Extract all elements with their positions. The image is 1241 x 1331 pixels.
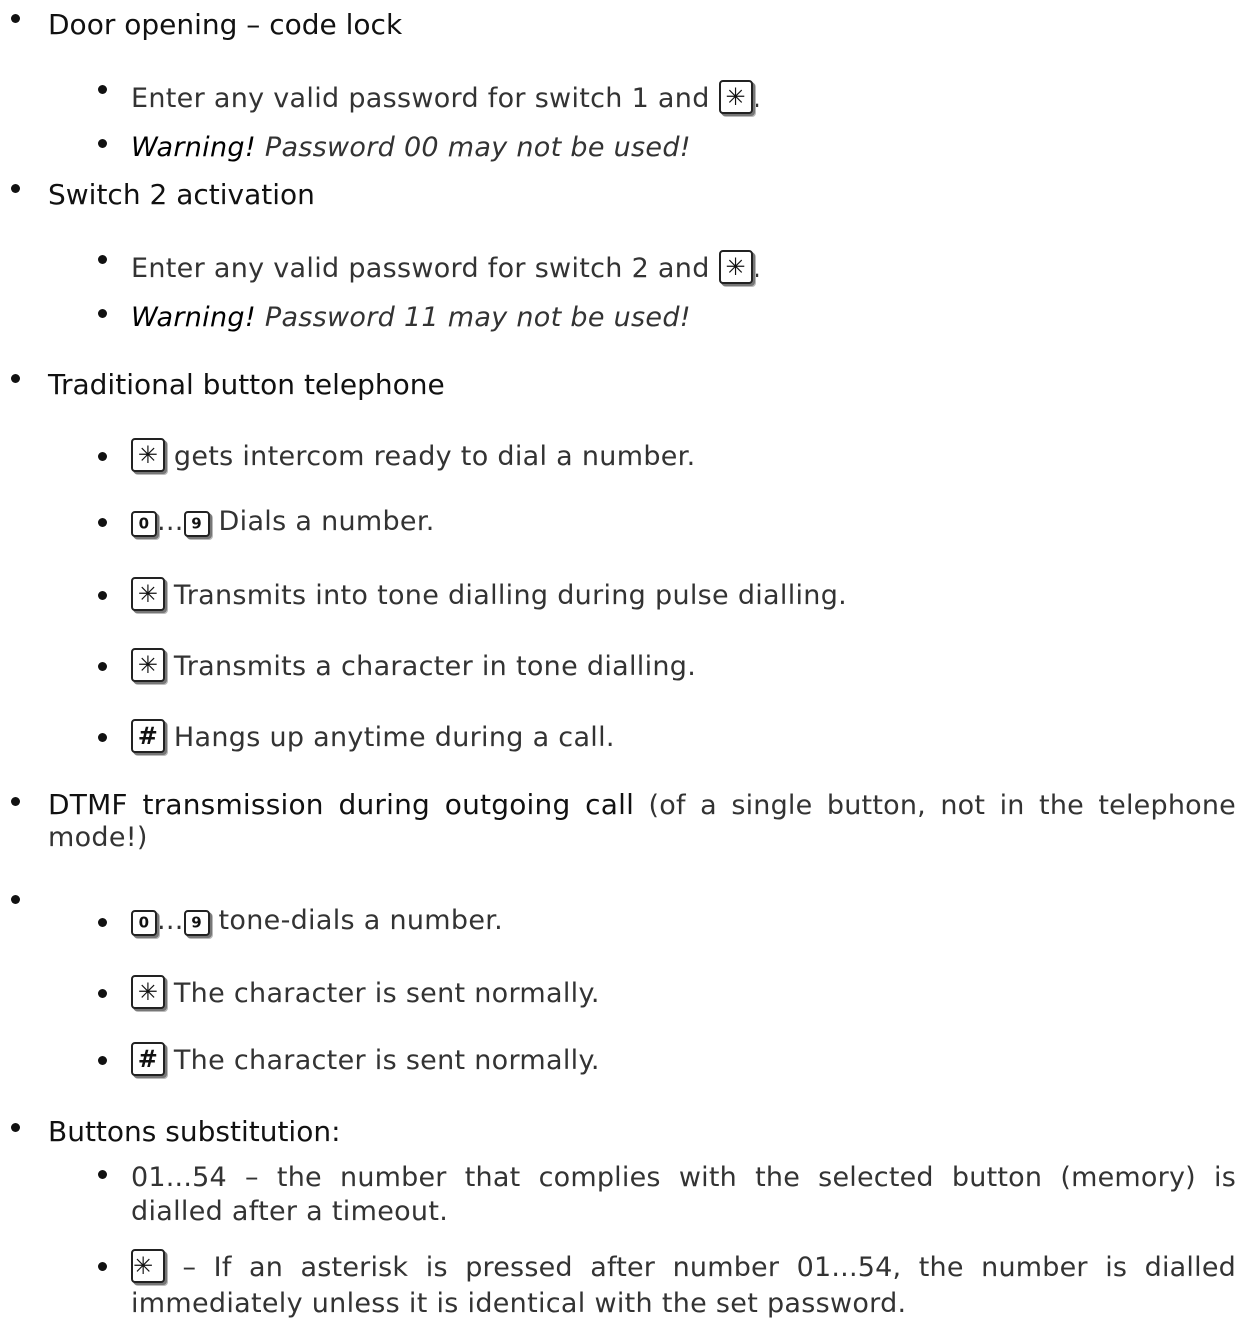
list-item: Enter any valid password for switch 1 an… — [131, 80, 761, 114]
bullet — [98, 733, 107, 742]
section-heading-switch-2: Switch 2 activation — [48, 178, 315, 211]
bullet — [98, 1262, 107, 1271]
hash-key-icon: # — [131, 719, 165, 753]
list-item: ✳ Transmits into tone dialling during pu… — [131, 577, 847, 611]
bullet — [98, 255, 107, 264]
asterisk-key-icon: ✳ — [131, 577, 165, 611]
document-page: Door opening – code lock Enter any valid… — [0, 0, 1241, 1331]
bullet — [11, 14, 20, 23]
bullet — [11, 895, 20, 904]
nine-key-icon: 9 — [183, 910, 210, 936]
section-note-continuation: mode!) — [48, 822, 148, 853]
bullet — [98, 452, 107, 461]
hash-key-icon: # — [131, 1042, 165, 1076]
list-item: ✳ – If an asterisk is pressed after numb… — [131, 1249, 1236, 1283]
zero-key-icon: 0 — [131, 910, 157, 936]
asterisk-key-icon: ✳ — [131, 975, 165, 1009]
bullet — [98, 918, 107, 927]
list-item: # The character is sent normally. — [131, 1042, 600, 1076]
bullet — [98, 309, 107, 318]
asterisk-key-icon: ✳ — [718, 250, 753, 284]
list-item: # Hangs up anytime during a call. — [131, 719, 615, 753]
bullet — [98, 1056, 107, 1065]
warning-item: Warning! Password 00 may not be used! — [131, 132, 691, 163]
warning-item: Warning! Password 11 may not be used! — [131, 302, 691, 333]
section-heading-traditional-telephone: Traditional button telephone — [48, 368, 445, 401]
section-heading-dtmf: DTMF transmission during outgoing call (… — [48, 788, 1236, 821]
zero-key-icon: 0 — [131, 511, 157, 537]
list-item: 01...54 – the number that complies with … — [131, 1162, 1236, 1193]
asterisk-key-icon: ✳ — [131, 1249, 165, 1283]
section-heading-door-opening: Door opening – code lock — [48, 8, 403, 41]
asterisk-key-icon: ✳ — [131, 438, 165, 472]
list-item: ✳ The character is sent normally. — [131, 975, 600, 1009]
bullet — [11, 1123, 20, 1132]
section-heading-buttons-substitution: Buttons substitution: — [48, 1115, 341, 1148]
bullet — [98, 662, 107, 671]
list-item-continuation: immediately unless it is identical with … — [131, 1288, 907, 1319]
bullet — [11, 184, 20, 193]
nine-key-icon: 9 — [183, 511, 210, 537]
list-item: ✳ gets intercom ready to dial a number. — [131, 438, 695, 472]
asterisk-key-icon: ✳ — [131, 648, 165, 682]
list-item: 0... 9 Dials a number. — [131, 506, 435, 537]
bullet — [98, 518, 107, 527]
list-item-continuation: dialled after a timeout. — [131, 1196, 449, 1227]
bullet — [98, 591, 107, 600]
list-item: 0... 9 tone-dials a number. — [131, 905, 503, 936]
bullet — [98, 139, 107, 148]
bullet — [98, 85, 107, 94]
bullet — [11, 797, 20, 806]
asterisk-key-icon: ✳ — [718, 80, 753, 114]
list-item: ✳ Transmits a character in tone dialling… — [131, 648, 696, 682]
list-item: Enter any valid password for switch 2 an… — [131, 250, 761, 284]
bullet — [98, 1170, 107, 1179]
bullet — [11, 374, 20, 383]
bullet — [98, 989, 107, 998]
